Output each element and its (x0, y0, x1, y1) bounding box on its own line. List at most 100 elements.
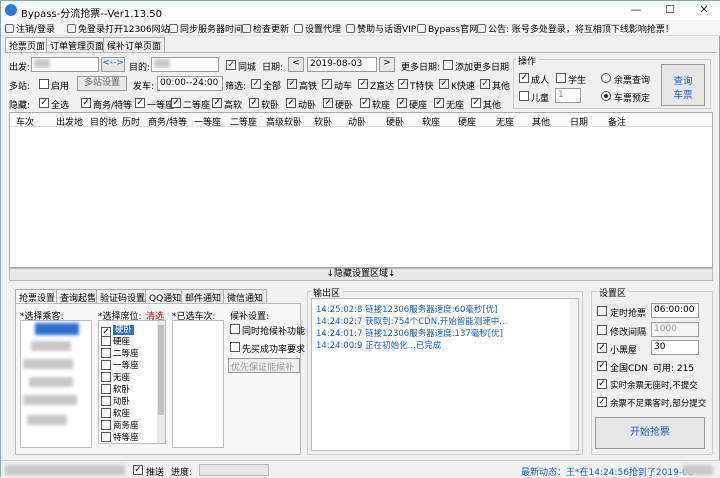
add-more-dates-checkbox[interactable] (443, 60, 453, 70)
seat-checkbox[interactable] (101, 432, 111, 442)
seat-checkbox[interactable] (101, 372, 111, 382)
col-ruanwo[interactable]: 软卧 (314, 115, 332, 128)
waitlist-opt1-checkbox[interactable] (230, 324, 240, 334)
passenger-item[interactable] (23, 359, 73, 369)
passenger-item[interactable] (31, 341, 71, 351)
child-count-stepper[interactable]: 1 (555, 88, 581, 103)
seat-item[interactable]: 特等座 (101, 431, 139, 443)
same-city-checkbox[interactable] (226, 60, 236, 70)
menu-sync-time[interactable]: 同步服务器时间 (169, 22, 243, 35)
seat-item[interactable]: 一等座 (101, 359, 139, 371)
passenger-item[interactable] (23, 395, 77, 405)
opt-a-checkbox[interactable] (597, 379, 607, 389)
blacklist-input[interactable]: 30 (651, 340, 699, 355)
seat-item[interactable]: 二等座 (101, 347, 139, 359)
log-scrollbar[interactable] (570, 299, 578, 450)
col-wuzuo[interactable]: 无座 (496, 115, 514, 128)
col-to[interactable]: 目的地 (90, 115, 117, 128)
date-input[interactable]: 2019-08-03 (307, 57, 377, 72)
seat-checkbox[interactable] (101, 360, 111, 370)
maximize-icon[interactable]: ☐ (653, 1, 687, 20)
col-dongwo[interactable]: 动卧 (348, 115, 366, 128)
col-duration[interactable]: 历时 (122, 115, 140, 128)
swap-button[interactable]: <--> (101, 57, 125, 72)
hide-ruanzuo-checkbox[interactable] (360, 98, 370, 108)
hide-yingzuo-checkbox[interactable] (397, 98, 407, 108)
col-other[interactable]: 其他 (532, 115, 550, 128)
hide-second-checkbox[interactable] (171, 98, 181, 108)
query-tickets-button[interactable]: 查询 车票 (661, 64, 705, 106)
opt-b-checkbox[interactable] (597, 397, 607, 407)
col-remark[interactable]: 备注 (608, 115, 626, 128)
from-input[interactable] (31, 57, 99, 72)
filter-gaotie-checkbox[interactable] (287, 79, 297, 89)
seat-checkbox[interactable] (101, 396, 111, 406)
filter-other-checkbox[interactable] (480, 79, 490, 89)
menu-website[interactable]: Bypass官网 (417, 22, 478, 35)
seat-checkbox[interactable] (101, 420, 111, 430)
tab-presale[interactable]: 查询起售 (56, 289, 101, 304)
seat-checkbox[interactable] (101, 348, 111, 358)
tab-orders[interactable]: 订单管理页面 (46, 37, 109, 52)
seat-scrollbar[interactable] (157, 321, 165, 443)
timed-checkbox[interactable] (597, 306, 607, 316)
enable-checkbox[interactable] (39, 79, 49, 89)
seat-checkbox[interactable] (101, 384, 111, 394)
tab-captcha[interactable]: 验证码设置 (96, 289, 150, 304)
tab-qq[interactable]: QQ通知 (145, 289, 186, 304)
seat-item[interactable]: 商务座 (101, 419, 139, 431)
seat-item[interactable]: 硬座 (101, 335, 130, 347)
filter-dongche-checkbox[interactable] (322, 79, 332, 89)
interval-input[interactable]: 1000 (651, 322, 699, 337)
col-train[interactable]: 车次 (16, 115, 34, 128)
menu-proxy[interactable]: 设置代理 (294, 22, 341, 35)
filter-z-checkbox[interactable] (358, 79, 368, 89)
hide-wuzuo-checkbox[interactable] (434, 98, 444, 108)
waitlist-priority-select[interactable]: 优先保证能候补 (228, 358, 300, 373)
hide-first-checkbox[interactable] (135, 98, 145, 108)
date-next-button[interactable]: > (379, 57, 395, 72)
filter-all-checkbox[interactable] (251, 79, 261, 89)
tab-wechat[interactable]: 微信通知 (223, 289, 268, 304)
seat-item[interactable]: 软座 (101, 407, 130, 419)
col-from[interactable]: 出发地 (56, 115, 83, 128)
depart-time-select[interactable]: 00:00--24:00 (157, 76, 223, 91)
passenger-item[interactable] (35, 323, 79, 335)
to-input[interactable] (151, 57, 219, 72)
date-prev-button[interactable]: < (288, 57, 304, 72)
interval-checkbox[interactable] (597, 325, 607, 335)
close-icon[interactable]: ✕ (687, 1, 720, 20)
cdn-checkbox[interactable] (597, 361, 607, 371)
tab-waitlist-orders[interactable]: 候补订单页面 (103, 37, 166, 52)
hide-other-checkbox[interactable] (471, 98, 481, 108)
seat-item[interactable]: 无座 (101, 371, 130, 383)
start-grab-button[interactable]: 开始抢票 (595, 417, 705, 449)
hide-ruanwo-checkbox[interactable] (249, 98, 259, 108)
hide-gaoruan-checkbox[interactable] (212, 98, 222, 108)
tab-ticket[interactable]: 抢票页面 (5, 37, 50, 53)
seat-scroll-thumb[interactable] (158, 325, 164, 415)
timed-input[interactable]: 06:00:00 (651, 303, 699, 318)
col-date[interactable]: 日期 (570, 115, 588, 128)
col-gaoruan[interactable]: 高级软卧 (266, 115, 302, 128)
menu-notice[interactable]: 公告: 账号多处登录，将互相顶下线影响抢票！ (477, 22, 674, 35)
hide-all-checkbox[interactable] (39, 98, 49, 108)
filter-t-checkbox[interactable] (398, 79, 408, 89)
col-yingzuo[interactable]: 硬座 (458, 115, 476, 128)
adult-checkbox[interactable] (519, 73, 529, 83)
radio-reserve[interactable] (601, 91, 611, 101)
menu-vip[interactable]: 赞助与话语VIP (346, 22, 416, 35)
seat-item[interactable]: 动卧 (101, 395, 130, 407)
col-ruanzuo[interactable]: 软座 (422, 115, 440, 128)
passenger-list[interactable] (20, 320, 92, 448)
seat-list[interactable]: 硬卧 硬座 二等座 一等座 无座 软卧 动卧 软座 商务座 特等座 (98, 320, 166, 444)
child-checkbox[interactable] (519, 91, 529, 101)
hide-business-checkbox[interactable] (81, 98, 91, 108)
col-second[interactable]: 二等座 (230, 115, 257, 128)
minimize-icon[interactable]: — (619, 1, 653, 20)
filter-k-checkbox[interactable] (439, 79, 449, 89)
col-yingwo[interactable]: 硬卧 (386, 115, 404, 128)
radio-query[interactable] (601, 73, 611, 83)
push-checkbox[interactable] (133, 465, 143, 475)
seat-item[interactable]: 软卧 (101, 383, 130, 395)
